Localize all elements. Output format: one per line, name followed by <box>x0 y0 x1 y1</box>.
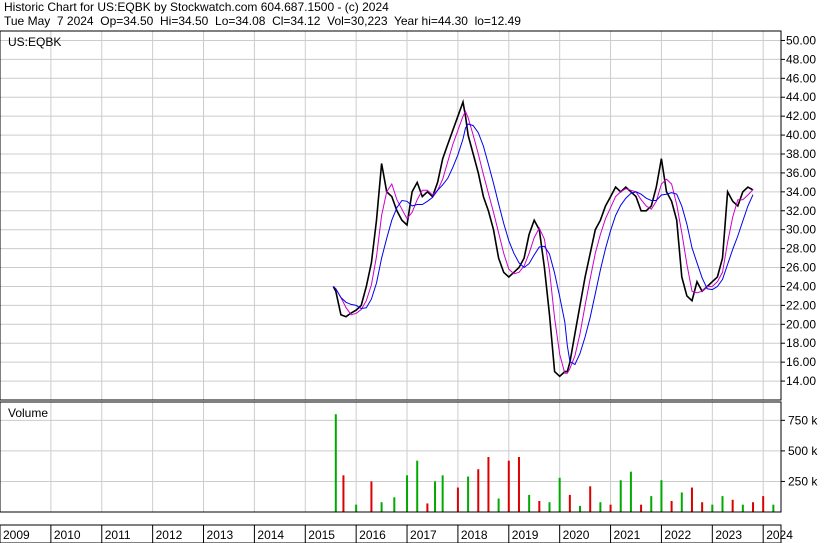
volume-bar <box>680 492 683 512</box>
price-tick-label: 20.00 <box>786 317 816 331</box>
price-tick-label: 46.00 <box>786 71 816 85</box>
volume-bar <box>380 502 383 512</box>
short-moving-average-line <box>332 110 754 374</box>
volume-bar <box>528 494 531 512</box>
volume-bar <box>370 481 373 512</box>
volume-bar <box>701 502 704 512</box>
volume-axis: 250 k 500 k 750 k <box>781 413 818 488</box>
volume-bar <box>650 496 653 512</box>
price-tick-label: 42.00 <box>786 109 816 123</box>
year-label: 2022 <box>664 528 691 542</box>
volume-bar <box>599 502 602 512</box>
volume-bar <box>355 504 358 512</box>
volume-bar <box>690 487 693 512</box>
volume-bar <box>426 503 429 512</box>
price-tick-label: 36.00 <box>786 166 816 180</box>
price-tick-label: 38.00 <box>786 147 816 161</box>
volume-bars <box>334 414 775 512</box>
symbol-label: US:EQBK <box>8 35 61 49</box>
price-tick-label: 28.00 <box>786 242 816 256</box>
price-tick-label: 22.00 <box>786 298 816 312</box>
volume-bar <box>342 475 345 512</box>
volume-bar <box>497 498 500 512</box>
volume-bar <box>507 460 510 512</box>
volume-bar <box>670 501 673 512</box>
long-moving-average-line <box>332 123 754 366</box>
volume-bar <box>334 414 337 512</box>
price-tick-label: 50.00 <box>786 33 816 47</box>
price-tick-label: 26.00 <box>786 261 816 275</box>
price-tick-label: 14.00 <box>786 374 816 388</box>
volume-bar <box>467 476 470 512</box>
price-axis: 14.00 16.00 18.00 20.00 22.00 24.00 26.00 28.00… <box>781 33 816 388</box>
price-panel-frame <box>0 30 782 401</box>
volume-bar <box>721 496 724 512</box>
volume-bar <box>393 497 396 512</box>
volume-grid <box>0 402 781 512</box>
year-label: 2017 <box>410 528 437 542</box>
volume-label: Volume <box>8 406 48 420</box>
price-tick-label: 16.00 <box>786 355 816 369</box>
volume-bar <box>477 469 480 512</box>
volume-bar <box>568 494 571 512</box>
price-tick-label: 34.00 <box>786 185 816 199</box>
year-label: 2018 <box>461 528 488 542</box>
year-label: 2015 <box>308 528 335 542</box>
volume-bar <box>456 487 459 512</box>
year-label: 2010 <box>54 528 81 542</box>
year-label: 2011 <box>105 528 131 542</box>
volume-bar <box>517 457 520 512</box>
volume-bar <box>609 504 612 512</box>
volume-panel-frame <box>0 401 782 513</box>
year-label: 2020 <box>563 528 590 542</box>
year-label: 2009 <box>3 528 30 542</box>
volume-bar <box>772 504 775 512</box>
price-grid <box>0 31 781 400</box>
volume-bar <box>589 486 592 512</box>
year-axis: 2009 2010 2011 2012 2013 2014 2015 2016 2017 2018… <box>0 525 793 543</box>
volume-bar <box>579 505 582 512</box>
year-label: 2021 <box>614 528 641 542</box>
stock-chart: 14.00 16.00 18.00 20.00 22.00 24.00 26.00 28.00… <box>0 30 818 543</box>
price-lines <box>332 98 754 378</box>
volume-tick-label: 250 k <box>788 474 818 488</box>
volume-bar <box>731 499 734 512</box>
price-tick-label: 24.00 <box>786 279 816 293</box>
volume-bar <box>548 502 551 512</box>
volume-bar <box>711 504 714 512</box>
volume-bar <box>640 504 643 512</box>
volume-bar <box>538 501 541 512</box>
volume-bar <box>416 460 419 512</box>
volume-bar <box>619 480 622 512</box>
year-label: 2019 <box>512 528 539 542</box>
volume-bar <box>762 496 765 512</box>
price-tick-label: 40.00 <box>786 128 816 142</box>
price-tick-label: 32.00 <box>786 204 816 218</box>
year-label: 2023 <box>715 528 742 542</box>
volume-bar <box>752 502 755 512</box>
volume-bar <box>629 471 632 512</box>
year-label: 2014 <box>257 528 284 542</box>
year-label: 2016 <box>359 528 386 542</box>
volume-bar <box>558 477 561 512</box>
volume-bar <box>741 504 744 512</box>
price-tick-label: 48.00 <box>786 52 816 66</box>
price-tick-label: 30.00 <box>786 223 816 237</box>
volume-bar <box>660 480 663 512</box>
volume-tick-label: 500 k <box>788 444 818 458</box>
volume-bar <box>441 475 444 512</box>
volume-bar <box>434 481 437 512</box>
year-label: 2012 <box>156 528 183 542</box>
volume-bar <box>406 475 409 512</box>
price-tick-label: 44.00 <box>786 90 816 104</box>
year-label: 2013 <box>207 528 234 542</box>
price-tick-label: 18.00 <box>786 336 816 350</box>
volume-bar <box>487 457 490 512</box>
volume-tick-label: 750 k <box>788 413 818 427</box>
year-label: 2024 <box>766 528 793 542</box>
